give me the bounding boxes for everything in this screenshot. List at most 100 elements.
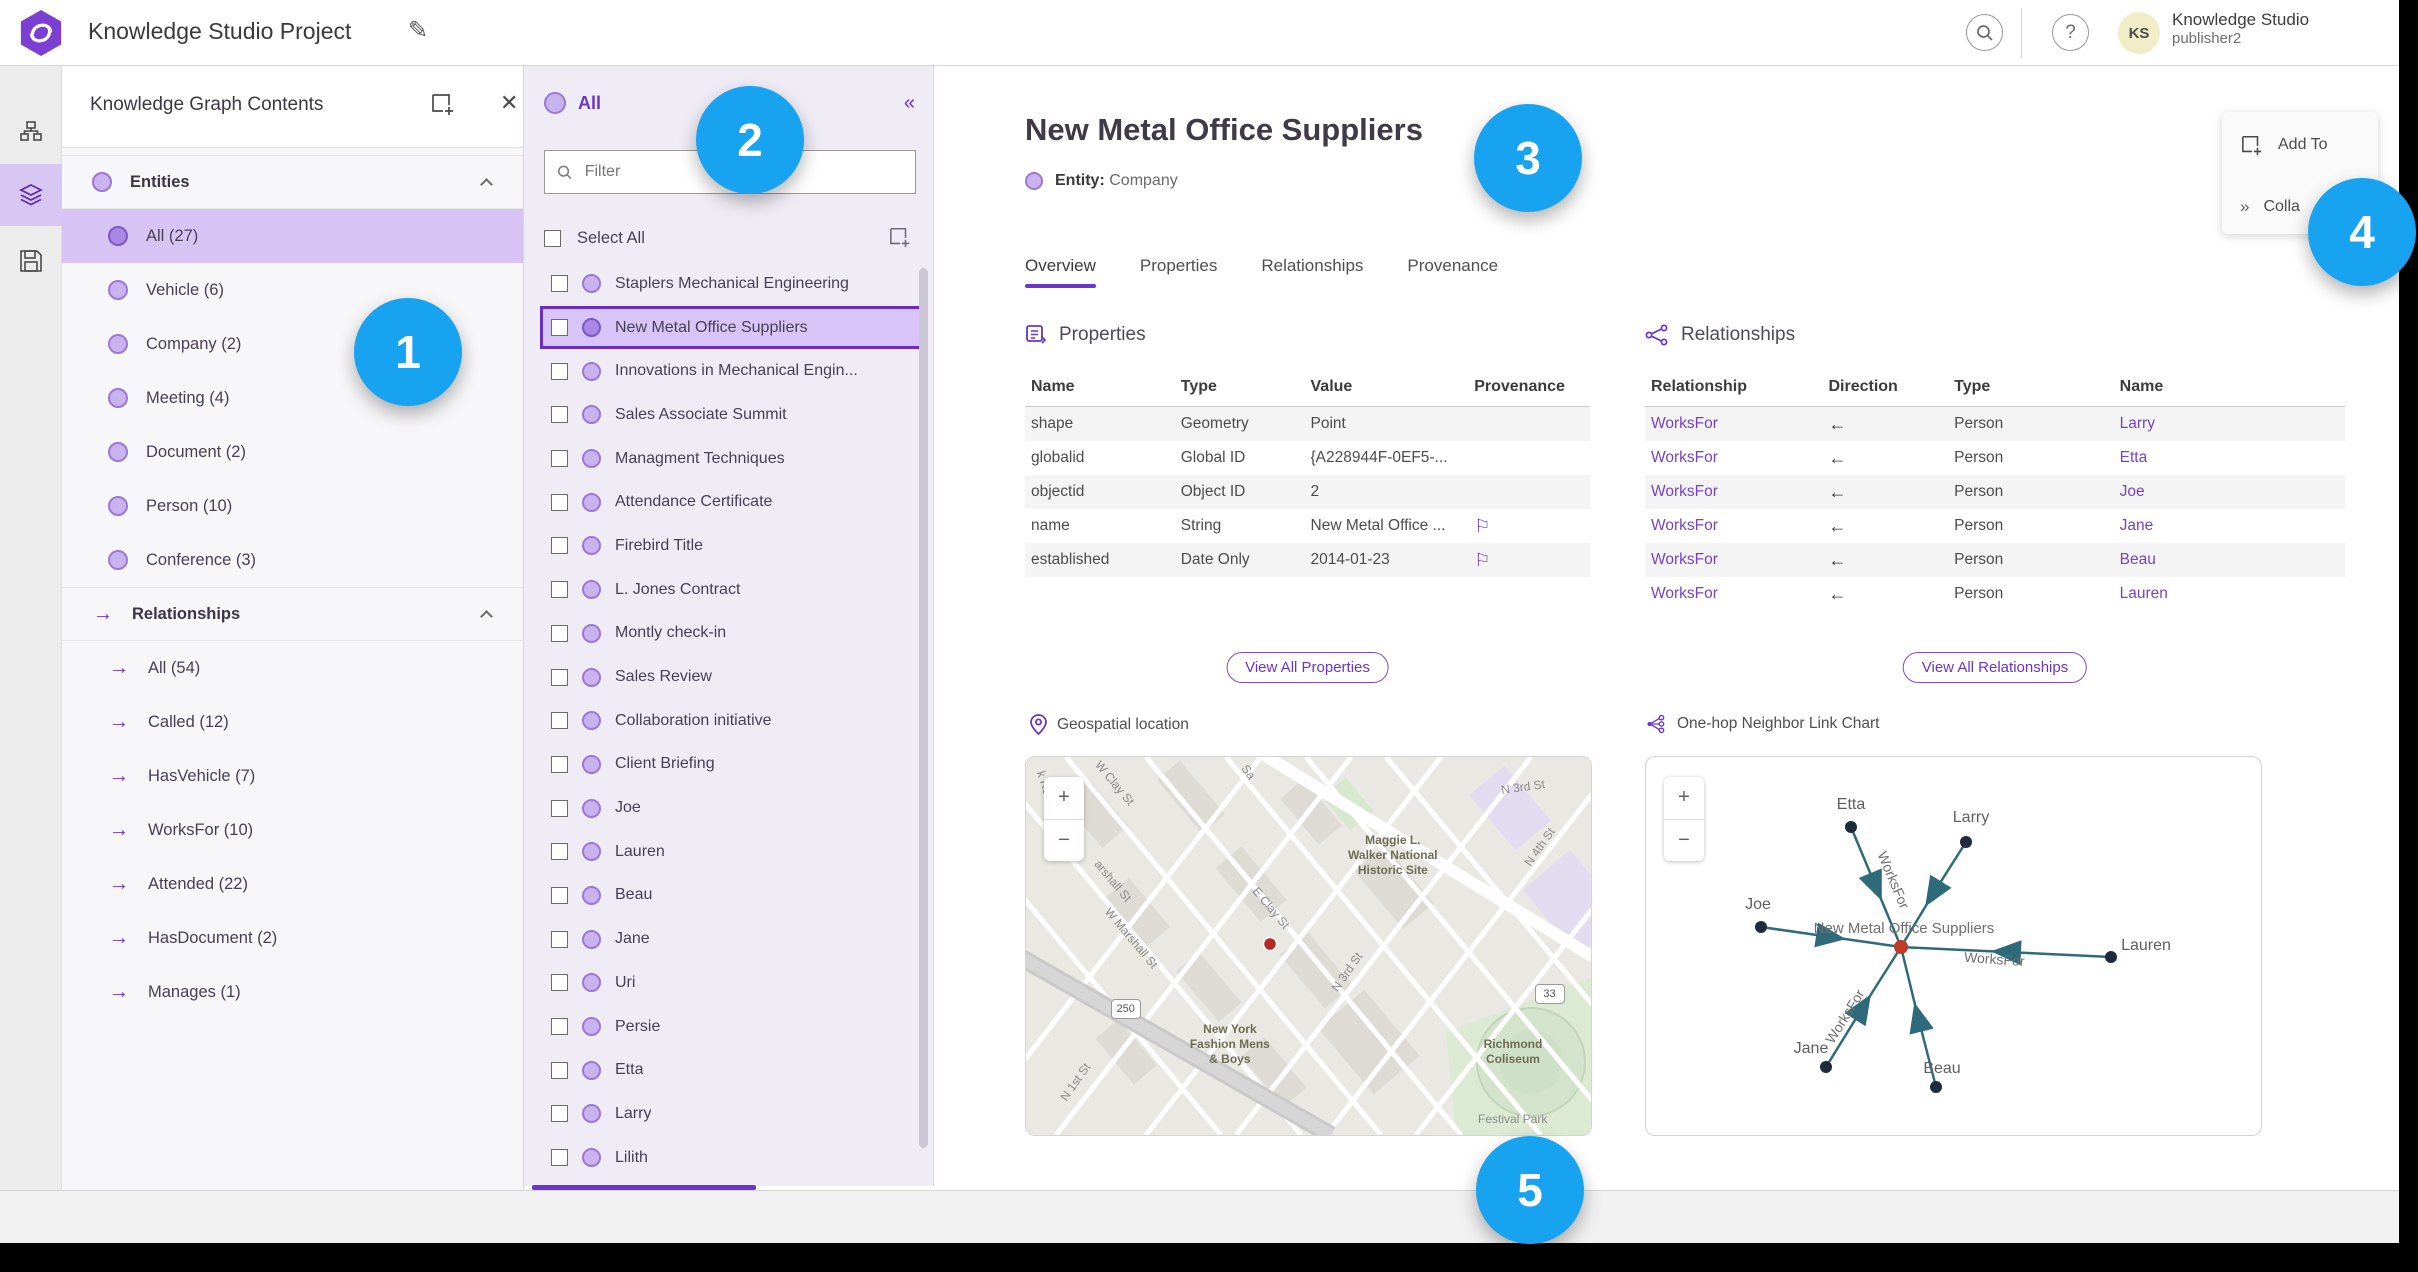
relationship-type-item[interactable]: → WorksFor (10) — [62, 803, 523, 857]
entity-list-item[interactable]: Beau — [540, 874, 922, 918]
item-checkbox[interactable] — [551, 668, 568, 686]
view-all-relationships-button[interactable]: View All Relationships — [1902, 652, 2088, 683]
related-entity-link[interactable]: Joe — [2120, 483, 2339, 501]
edit-title-icon[interactable]: ✎ — [408, 16, 428, 45]
entity-list-item[interactable]: New Metal Office Suppliers — [540, 305, 922, 350]
entity-list-item[interactable]: Uri — [540, 961, 922, 1005]
relationship-type-item[interactable]: → Attended (22) — [62, 857, 523, 911]
item-checkbox[interactable] — [551, 930, 568, 948]
item-checkbox[interactable] — [551, 319, 568, 337]
entity-list-item[interactable]: Larry — [540, 1092, 922, 1136]
entity-list-item[interactable]: Managment Techniques — [540, 437, 922, 481]
relationship-link[interactable]: WorksFor — [1651, 585, 1828, 603]
node-label[interactable]: Etta — [1837, 796, 1866, 813]
detail-tab[interactable]: Overview — [1025, 256, 1096, 288]
zoom-in-button[interactable]: + — [1044, 777, 1084, 820]
relationship-type-item[interactable]: → Called (12) — [62, 695, 523, 749]
item-checkbox[interactable] — [551, 712, 568, 730]
relationship-type-item[interactable]: → HasVehicle (7) — [62, 749, 523, 803]
select-all-row[interactable]: Select All — [544, 216, 916, 260]
entity-list-item[interactable]: Joe — [540, 786, 922, 830]
entity-list-item[interactable]: Staplers Mechanical Engineering — [540, 262, 922, 306]
relationships-section-header[interactable]: → Relationships — [62, 587, 523, 641]
entity-list-item[interactable]: Sales Associate Summit — [540, 393, 922, 437]
entities-section-header[interactable]: Entities — [62, 155, 523, 209]
rail-layers-button[interactable] — [0, 164, 62, 226]
entity-list-item[interactable]: L. Jones Contract — [540, 568, 922, 612]
entity-type-item[interactable]: Conference (3) — [62, 533, 523, 587]
item-checkbox[interactable] — [551, 843, 568, 861]
item-checkbox[interactable] — [551, 406, 568, 424]
related-entity-link[interactable]: Larry — [2120, 415, 2339, 433]
item-checkbox[interactable] — [551, 799, 568, 817]
item-checkbox[interactable] — [551, 1018, 568, 1036]
relationship-link[interactable]: WorksFor — [1651, 449, 1828, 467]
provenance-flag-icon[interactable]: ⚐ — [1474, 516, 1490, 536]
entity-list-item[interactable]: Lauren — [540, 830, 922, 874]
collapse-panel-icon[interactable]: « — [904, 92, 915, 115]
item-checkbox[interactable] — [551, 275, 568, 293]
item-checkbox[interactable] — [551, 1061, 568, 1079]
detail-tab[interactable]: Properties — [1140, 256, 1217, 288]
item-checkbox[interactable] — [551, 493, 568, 511]
link-chart[interactable]: Etta Larry Joe Lauren Jane Beau New Meta… — [1645, 756, 2262, 1136]
help-button[interactable]: ? — [2052, 14, 2089, 51]
detail-tab[interactable]: Relationships — [1261, 256, 1363, 288]
relationship-type-item[interactable]: → All (54) — [62, 641, 523, 695]
geospatial-map[interactable]: k RdW Clay StSaN 3rd StN 4th StMaggie L.… — [1025, 756, 1592, 1136]
zoom-out-button[interactable]: − — [1044, 820, 1084, 862]
chevron-up-icon[interactable] — [480, 178, 493, 191]
relationship-link[interactable]: WorksFor — [1651, 517, 1828, 535]
center-node[interactable] — [1894, 940, 1908, 954]
add-to-new-icon[interactable] — [888, 226, 912, 248]
item-checkbox[interactable] — [551, 974, 568, 992]
detail-tab[interactable]: Provenance — [1407, 256, 1498, 288]
node-label[interactable]: Larry — [1953, 809, 1989, 826]
entity-list-item[interactable]: Persie — [540, 1005, 922, 1049]
entity-list-item[interactable]: Montly check-in — [540, 612, 922, 656]
entity-list-item[interactable]: Lilith — [540, 1136, 922, 1180]
entity-type-item[interactable]: Document (2) — [62, 425, 523, 479]
related-entity-link[interactable]: Jane — [2120, 517, 2339, 535]
search-button[interactable] — [1966, 14, 2003, 51]
relationship-type-item[interactable]: → HasDocument (2) — [62, 911, 523, 965]
relationship-link[interactable]: WorksFor — [1651, 415, 1828, 433]
entity-list-item[interactable]: Collaboration initiative — [540, 699, 922, 743]
item-checkbox[interactable] — [551, 755, 568, 773]
entity-type-item[interactable]: Person (10) — [62, 479, 523, 533]
entity-list-item[interactable]: Client Briefing — [540, 743, 922, 787]
entity-list-item[interactable]: Jane — [540, 917, 922, 961]
rail-save-button[interactable] — [0, 230, 62, 292]
relationship-link[interactable]: WorksFor — [1651, 551, 1828, 569]
related-entity-link[interactable]: Beau — [2120, 551, 2339, 569]
view-all-properties-button[interactable]: View All Properties — [1226, 652, 1389, 683]
list-scrollbar[interactable] — [919, 268, 928, 1148]
avatar[interactable]: KS — [2118, 12, 2160, 54]
rail-hierarchy-button[interactable] — [0, 100, 62, 162]
related-entity-link[interactable]: Etta — [2120, 449, 2339, 467]
zoom-out-button[interactable]: − — [1664, 820, 1704, 862]
item-checkbox[interactable] — [551, 624, 568, 642]
entity-list-item[interactable]: Innovations in Mechanical Engin... — [540, 349, 922, 393]
entity-list-item[interactable]: Attendance Certificate — [540, 480, 922, 524]
entity-list-item[interactable]: Firebird Title — [540, 524, 922, 568]
item-checkbox[interactable] — [551, 886, 568, 904]
entity-type-item[interactable]: All (27) — [62, 209, 523, 263]
select-all-checkbox[interactable] — [544, 229, 561, 247]
item-checkbox[interactable] — [551, 537, 568, 555]
item-checkbox[interactable] — [551, 450, 568, 468]
user-info[interactable]: Knowledge Studio publisher2 — [2172, 9, 2309, 49]
item-checkbox[interactable] — [551, 581, 568, 599]
entity-type-item[interactable]: Vehicle (6) — [62, 263, 523, 317]
item-checkbox[interactable] — [551, 362, 568, 380]
node-label[interactable]: Jane — [1794, 1040, 1829, 1057]
node-label[interactable]: Beau — [1923, 1060, 1960, 1077]
related-entity-link[interactable]: Lauren — [2120, 585, 2339, 603]
node-label[interactable]: Joe — [1745, 896, 1771, 913]
entity-list-item[interactable]: Sales Review — [540, 655, 922, 699]
provenance-flag-icon[interactable]: ⚐ — [1474, 550, 1490, 570]
relationship-link[interactable]: WorksFor — [1651, 483, 1828, 501]
node-label[interactable]: Lauren — [2121, 937, 2171, 954]
item-checkbox[interactable] — [551, 1105, 568, 1123]
zoom-in-button[interactable]: + — [1664, 777, 1704, 820]
